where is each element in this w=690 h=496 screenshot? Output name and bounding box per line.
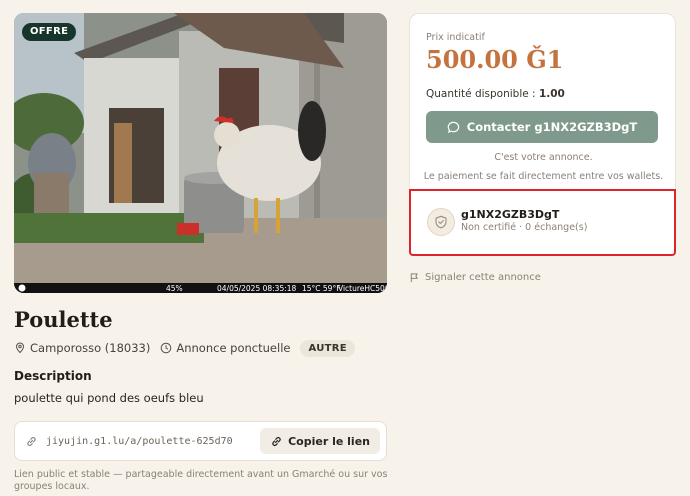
listing-title: Poulette bbox=[14, 307, 113, 332]
payment-note: Le paiement se fait directement entre vo… bbox=[423, 171, 664, 182]
offer-badge: OFFRE bbox=[22, 23, 77, 41]
location-meta: Camporosso (18033) bbox=[14, 341, 150, 355]
listing-meta: Camporosso (18033) Annonce ponctuelle AU… bbox=[14, 339, 355, 357]
chicken-photo-image: 45% 04/05/2025 08:35:18 15°C 59°F Victur… bbox=[14, 13, 387, 293]
location-pin-icon bbox=[15, 342, 25, 354]
kind-text: Annonce ponctuelle bbox=[176, 341, 291, 355]
chat-bubble-icon bbox=[447, 121, 459, 133]
seller-avatar bbox=[427, 208, 455, 236]
location-text: Camporosso (18033) bbox=[30, 341, 151, 355]
photo-temperature: 15°C 59°F bbox=[302, 284, 341, 293]
quantity-available: Quantité disponible : 1.00 bbox=[426, 88, 565, 100]
quantity-value: 1.00 bbox=[538, 88, 565, 100]
link-icon bbox=[272, 436, 281, 446]
share-note: Lien public et stable — partageable dire… bbox=[14, 469, 388, 492]
category-tag: AUTRE bbox=[300, 339, 355, 357]
seller-name[interactable]: g1NX2GZB3DgT bbox=[461, 208, 559, 221]
price-label: Prix indicatif bbox=[426, 32, 485, 43]
own-listing-note: C'est votre annonce. bbox=[494, 152, 593, 163]
photo-battery: 45% bbox=[166, 284, 183, 293]
seller-card[interactable]: g1NX2GZB3DgT Non certifié · 0 échange(s) bbox=[409, 189, 676, 256]
price-value: 500.00 Ǧ1 bbox=[426, 45, 564, 74]
report-label: Signaler cette annonce bbox=[425, 272, 541, 283]
share-url[interactable]: jiyujin.g1.lu/a/poulette-625d70 bbox=[46, 436, 260, 447]
link-icon bbox=[27, 436, 36, 446]
photo-datetime: 04/05/2025 08:35:18 bbox=[217, 284, 297, 293]
price-card: Prix indicatif 500.00 Ǧ1 Quantité dispon… bbox=[409, 13, 676, 189]
seller-status: Non certifié · 0 échange(s) bbox=[461, 222, 588, 233]
kind-meta: Annonce ponctuelle bbox=[160, 341, 290, 355]
quantity-label: Quantité disponible : bbox=[426, 88, 536, 100]
contact-button-label: Contacter g1NX2GZB3DgT bbox=[466, 120, 638, 134]
description-text: poulette qui pond des oeufs bleu bbox=[14, 391, 204, 405]
report-listing-link[interactable]: Signaler cette annonce bbox=[409, 272, 541, 283]
contact-seller-button[interactable]: Contacter g1NX2GZB3DgT bbox=[426, 111, 658, 143]
shield-check-icon bbox=[435, 215, 447, 229]
share-link-box: jiyujin.g1.lu/a/poulette-625d70 Copier l… bbox=[14, 421, 387, 461]
clock-icon bbox=[161, 342, 172, 354]
flag-icon bbox=[410, 273, 418, 283]
copy-link-label: Copier le lien bbox=[288, 434, 370, 448]
listing-photo[interactable]: 45% 04/05/2025 08:35:18 15°C 59°F Victur… bbox=[14, 13, 387, 293]
copy-link-button[interactable]: Copier le lien bbox=[260, 428, 380, 454]
photo-camera: VictureHC500 bbox=[338, 284, 387, 293]
description-heading: Description bbox=[14, 369, 92, 383]
